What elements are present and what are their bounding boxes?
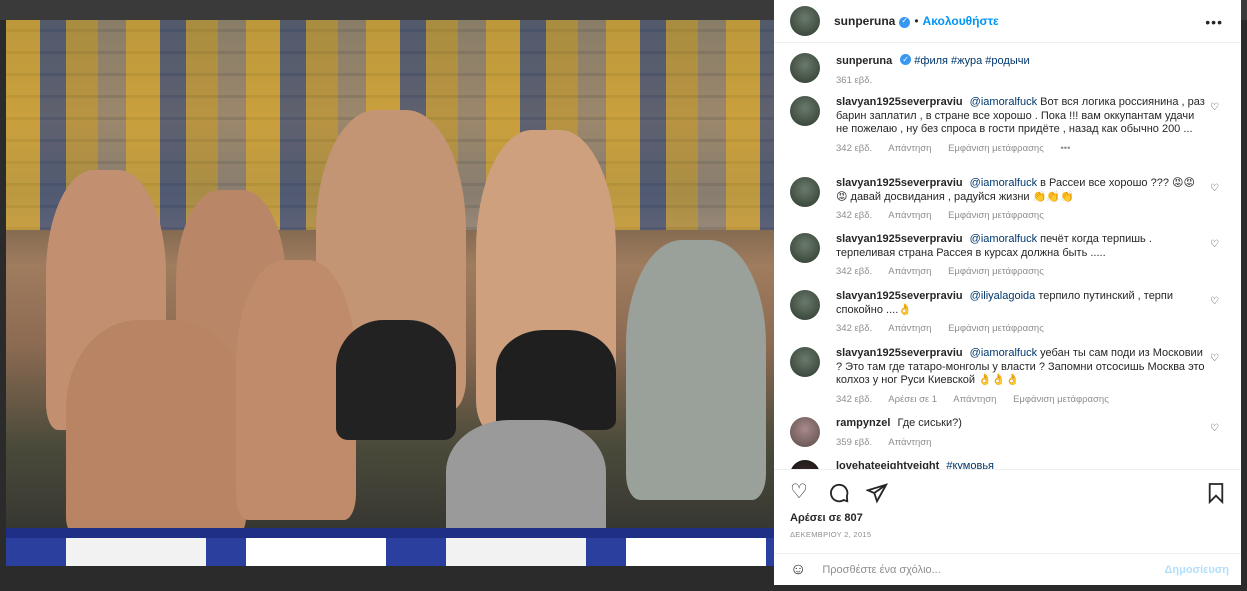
reply-button[interactable]: Απάντηση [888,143,931,154]
post-actions: ♡ Αρέσει σε 807 ΔΕΚΕΜΒΡΙΟΥ 2, 2015 [774,469,1241,553]
caption-time: 361 εβδ. [836,74,873,86]
reply-button[interactable]: Απάντηση [953,394,996,405]
comment-text: Где сиськи?) [897,417,962,429]
comment-input[interactable] [822,563,1123,576]
comment-like-heart-icon[interactable]: ♡ [1210,423,1219,434]
post-side-panel: sunperuna • Ακολουθήστε ••• sunperuna #ф… [774,0,1241,585]
comment-username[interactable]: slavyan1925severpraviu [836,290,963,302]
comment-username[interactable]: slavyan1925severpraviu [836,177,963,189]
commenter-avatar[interactable] [790,177,820,207]
reply-button[interactable]: Απάντηση [888,437,931,448]
emoji-smile-icon[interactable]: ☺ [790,561,806,579]
list-item: rampynzel Где сиськи?) 359 εβδ. Απάντηση… [790,417,1225,448]
comments-list[interactable]: sunperuna #филя #жура #родычи 361 εβδ. s… [774,43,1241,469]
post-date: ΔΕΚΕΜΒΡΙΟΥ 2, 2015 [790,530,872,539]
comment-options-icon[interactable]: ••• [1060,143,1070,154]
caption-username[interactable]: sunperuna [836,55,892,67]
commenter-avatar[interactable] [790,417,820,447]
comment-username[interactable]: lovehateeightyeight [836,460,939,469]
post-comment-button[interactable]: Δημοσίευση [1164,564,1229,576]
reply-button[interactable]: Απάντηση [888,266,931,277]
heart-icon[interactable]: ♡ [790,482,808,502]
comment-mention[interactable]: @iliyalagoida [970,290,1036,302]
likes-count[interactable]: Αρέσει σε 807 [790,512,863,524]
follow-button[interactable]: Ακολουθήστε [923,14,999,28]
comment-time: 342 εβδ. [836,142,873,154]
bookmark-icon[interactable] [1207,482,1225,508]
list-item: slavyan1925severpraviu @iamoralfuck печё… [790,233,1225,277]
comment-time: 342 εβδ. [836,266,873,277]
comment-mention[interactable]: @iamoralfuck [970,233,1037,245]
comment-time: 342 εβδ. [836,210,873,221]
crowd-figure [66,320,246,540]
comment-username[interactable]: slavyan1925severpraviu [836,347,963,359]
add-comment-bar: ☺ Δημοσίευση [774,553,1241,585]
comment-like-heart-icon[interactable]: ♡ [1210,296,1219,307]
list-item: slavyan1925severpraviu @iamoralfuck уеба… [790,347,1225,405]
list-item: slavyan1925severpraviu @iamoralfuck в Ра… [790,177,1225,221]
list-item: lovehateeightyeight #кумовья [790,460,1225,469]
comment-like-heart-icon[interactable]: ♡ [1210,102,1219,113]
caption-hashtags[interactable]: #филя #жура #родычи [914,55,1029,67]
list-item: slavyan1925severpraviu @iamoralfuck Вот … [790,96,1225,154]
crowd-figure [336,320,456,440]
comment-mention[interactable]: @iamoralfuck [970,177,1037,189]
commenter-avatar[interactable] [790,96,820,126]
crowd-figure [496,330,616,430]
verified-badge-icon [899,16,911,28]
author-avatar[interactable] [790,53,820,83]
separator-dot: • [914,14,919,28]
comment-time: 342 εβδ. [836,393,873,405]
caption-item: sunperuna #филя #жура #родычи 361 εβδ. [790,53,1225,86]
comment-time: 359 εβδ. [836,436,873,448]
comment-username[interactable]: slavyan1925severpraviu [836,96,963,108]
blue-white-banner [6,528,774,566]
post-header: sunperuna • Ακολουθήστε ••• [774,0,1241,43]
list-item: slavyan1925severpraviu @iliyalagoida тер… [790,290,1225,334]
comment-mention[interactable]: @iamoralfuck [970,347,1037,359]
show-translation-button[interactable]: Εμφάνιση μετάφρασης [1013,394,1109,405]
show-translation-button[interactable]: Εμφάνιση μετάφρασης [948,210,1044,221]
more-horizontal-icon[interactable]: ••• [1205,14,1223,30]
reply-button[interactable]: Απάντηση [888,210,931,221]
show-translation-button[interactable]: Εμφάνιση μετάφρασης [948,143,1044,154]
author-avatar[interactable] [790,6,820,36]
show-translation-button[interactable]: Εμφάνιση μετάφρασης [948,266,1044,277]
author-username[interactable]: sunperuna [834,14,895,28]
reply-button[interactable]: Απάντηση [888,323,931,334]
commenter-avatar[interactable] [790,347,820,377]
comment-mention[interactable]: @iamoralfuck [970,96,1037,108]
comment-like-heart-icon[interactable]: ♡ [1210,353,1219,364]
commenter-avatar[interactable] [790,233,820,263]
send-icon[interactable] [865,482,889,508]
comment-likes[interactable]: Αρέσει σε 1 [888,394,937,405]
comment-icon[interactable] [828,482,850,508]
comment-like-heart-icon[interactable]: ♡ [1210,183,1219,194]
crowd-figure [626,240,766,500]
comment-username[interactable]: rampynzel [836,417,890,429]
verified-badge-icon [900,53,912,67]
comment-hashtag[interactable]: #кумовья [946,460,994,469]
post-photo[interactable] [6,20,774,566]
comment-like-heart-icon[interactable]: ♡ [1210,239,1219,250]
comment-username[interactable]: slavyan1925severpraviu [836,233,963,245]
comment-time: 342 εβδ. [836,323,873,334]
show-translation-button[interactable]: Εμφάνιση μετάφρασης [948,323,1044,334]
commenter-avatar[interactable] [790,290,820,320]
commenter-avatar[interactable] [790,460,820,469]
